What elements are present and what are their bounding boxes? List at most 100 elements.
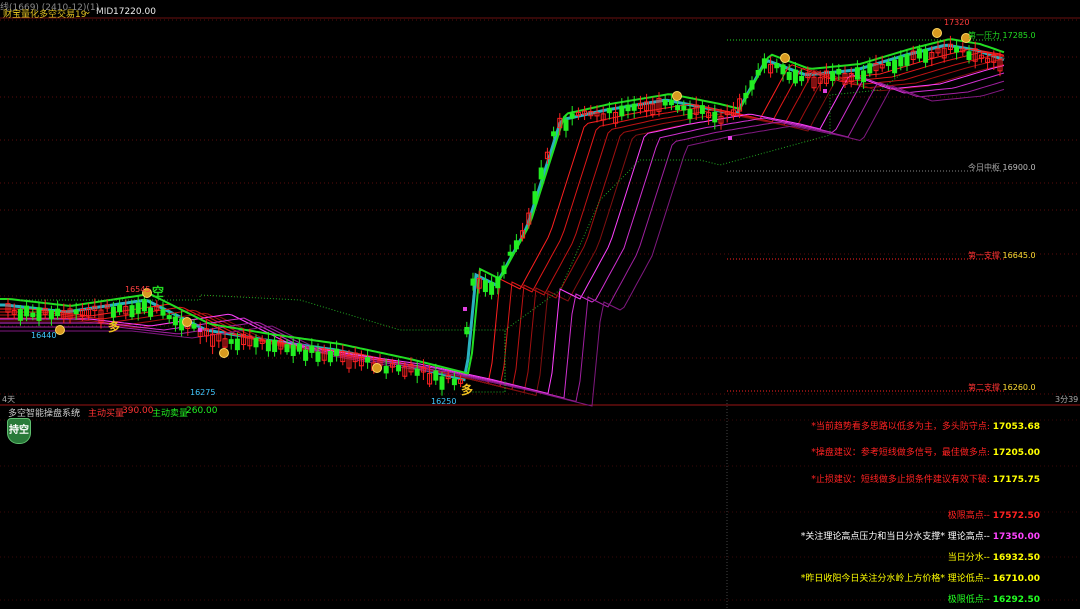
candle-body [470, 278, 476, 286]
candle-body [272, 339, 278, 353]
active-sell-label: 主动卖量 [152, 409, 189, 419]
candle-body [315, 351, 321, 362]
marker-icon [728, 136, 732, 140]
candle-body [396, 364, 402, 372]
candle-body [129, 305, 135, 318]
status-badge: 持空 [7, 418, 31, 444]
candle-body [513, 240, 519, 250]
candle-body [55, 308, 61, 317]
candle-body [36, 307, 42, 321]
price-label-low-left: 16440 [31, 331, 57, 340]
candle-body [172, 316, 178, 326]
candle-body [495, 276, 501, 289]
long-signal-label: 多 [461, 383, 474, 397]
candle-body [383, 365, 389, 374]
candle-body [619, 105, 625, 117]
info-line: *止损建议：短线做多止损条件建议有效下破: 17175.75 [811, 475, 1040, 485]
candle-body [668, 99, 674, 106]
gold-coin-icon [219, 348, 229, 358]
info-line: 当日分水-- 16932.50 [947, 553, 1040, 563]
ma-green-line [0, 38, 1005, 375]
candle-body [110, 306, 116, 318]
price-label-high-left: 16545 [125, 285, 151, 294]
candle-body [141, 299, 147, 312]
candle-body [433, 370, 439, 381]
candle-body [712, 111, 718, 123]
gold-coin-icon [780, 53, 790, 63]
candle-body [563, 119, 569, 131]
candle-body [507, 251, 513, 256]
ma-magenta-line [0, 72, 1005, 399]
ma-magenta-line [0, 65, 1005, 395]
candle-body [792, 69, 798, 84]
candle-body [780, 64, 786, 75]
info-line: *当前趋势看多思路以低多为主，多头防守点: 17053.68 [811, 422, 1040, 432]
candle-body [755, 69, 761, 76]
candle-body [761, 58, 767, 69]
info-line: *关注理论高点压力和当日分水支撑* 理论高点-- 17350.00 [800, 532, 1040, 542]
price-label-low-mid: 16275 [190, 388, 216, 397]
candle-body [786, 71, 792, 80]
ma-red-line [0, 64, 1005, 397]
marker-icon [198, 328, 202, 332]
candle-body [916, 48, 922, 59]
candle-body [836, 68, 842, 75]
candle-body [625, 104, 631, 112]
candle-body [148, 307, 154, 317]
marker-icon [463, 307, 467, 311]
candle-body [662, 100, 668, 106]
candle-body [532, 191, 538, 205]
candle-body [135, 302, 141, 314]
info-line: *昨日收阳今日关注分水岭上方价格* 理论低点-- 16710.00 [800, 574, 1040, 584]
candle-body [265, 339, 271, 352]
candle-body [451, 378, 457, 386]
candle-body [606, 107, 612, 114]
candle-body [365, 357, 371, 363]
gold-coin-icon [672, 91, 682, 101]
candle-body [774, 62, 780, 69]
candle-body [799, 75, 805, 82]
level-lines-layer [20, 39, 1005, 393]
candle-body [414, 368, 420, 376]
candle-body [160, 309, 166, 316]
ma-cyan-line [0, 43, 1005, 382]
ma-red-line [0, 54, 1005, 391]
active-buy-value: 390.00 [122, 406, 154, 416]
marker-icon [823, 89, 827, 93]
indicator-title[interactable]: 财宝量化多空交易19 [3, 7, 86, 20]
active-buy-label: 主动买量 [88, 409, 125, 419]
info-line: 极限高点-- 17572.50 [947, 511, 1040, 521]
candle-body [861, 70, 867, 83]
candle-body [17, 308, 23, 321]
chevron-down-icon[interactable]: ⌄ [84, 7, 92, 17]
ma-ribbon-layer [0, 38, 1005, 407]
candle-body [749, 80, 755, 90]
level-label-pivot: 今日中枢 16900.0 [968, 163, 1036, 172]
candle-body [166, 315, 172, 320]
short-signal-label: 空 [152, 285, 165, 299]
mid-value: 17220.00 [113, 7, 156, 17]
candle-body [687, 108, 693, 119]
candle-body [489, 282, 495, 295]
gold-coin-icon [372, 363, 382, 373]
candle-body [334, 348, 340, 356]
chevron-down-icon[interactable]: ⌄ [74, 406, 82, 416]
candle-body [885, 61, 891, 67]
candle-body [327, 350, 333, 363]
chart-svg[interactable] [0, 0, 1080, 609]
candle-body [191, 323, 197, 329]
ma-magenta-line [0, 85, 1005, 407]
candle-body [284, 344, 290, 353]
candle-body [439, 376, 445, 390]
candle-body [253, 338, 259, 348]
gold-coin-icon [182, 317, 192, 327]
gold-coin-icon [932, 28, 942, 38]
candle-body [966, 51, 972, 61]
candle-body [228, 339, 234, 344]
candle-body [923, 49, 929, 63]
candle-body [290, 344, 296, 357]
candle-body [48, 309, 54, 320]
info-line: 极限低点-- 16292.50 [947, 595, 1040, 605]
candle-body [892, 59, 898, 74]
ma-red-line [0, 58, 1005, 394]
